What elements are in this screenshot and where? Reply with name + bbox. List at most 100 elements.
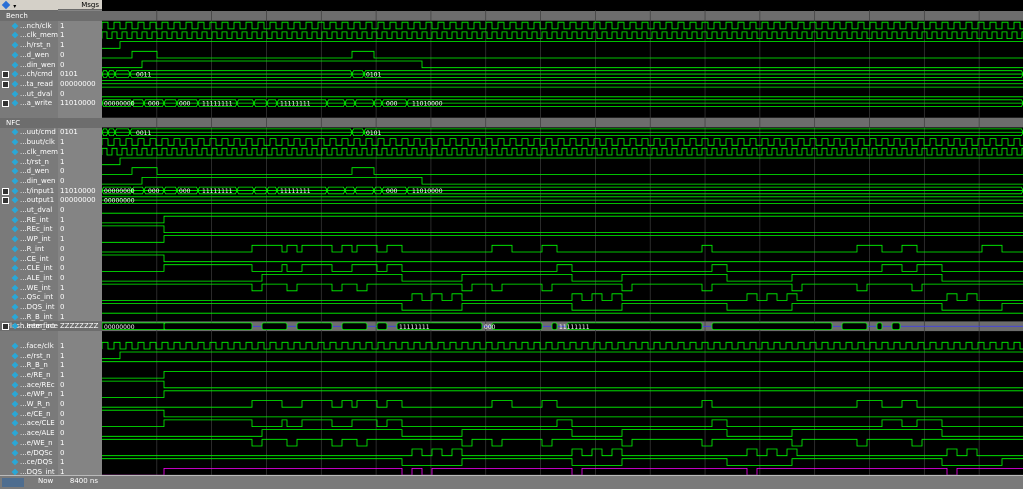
clock-waveform (102, 138, 1023, 146)
signal-value: 00000000 (60, 196, 96, 205)
clock-waveform (102, 341, 1023, 350)
signal-value: 1 (60, 215, 65, 224)
bus-segment (841, 322, 868, 330)
group-header[interactable]: NFC (0, 117, 58, 128)
signal-type-icon (11, 51, 19, 59)
signal-name[interactable]: ...output1 (0, 195, 58, 205)
pane-menu-icon[interactable] (1, 0, 11, 10)
signal-value: 0 (60, 244, 65, 253)
signal-name[interactable]: ...CLE_int (0, 263, 58, 273)
signal-value: 0 (60, 409, 65, 418)
signal-name-text: ...din_wen (20, 60, 56, 69)
signal-name[interactable]: ...ce/DQS (0, 457, 58, 467)
signal-name[interactable]: ...t/rst_n (0, 157, 58, 167)
signal-name[interactable]: ...t/input1 (0, 186, 58, 196)
waveform-canvas[interactable]: 0011 010100000000 000 000 11111111 11111111 00… (102, 0, 1023, 488)
signal-name-text: ...clk_mem (20, 147, 58, 156)
signal-name[interactable]: ...R_B_int (0, 312, 58, 322)
signal-type-icon (11, 235, 19, 243)
clock-waveform (102, 21, 1023, 30)
signal-name[interactable]: ...clk_mem (0, 30, 58, 40)
signal-name[interactable]: ...din_wen (0, 176, 58, 186)
group-value-blank (58, 11, 102, 21)
signal-name[interactable]: ...d_wen (0, 50, 58, 60)
signal-name[interactable]: ...ta_read (0, 79, 58, 89)
signal-name[interactable]: ...d_wen (0, 166, 58, 176)
bus-value-label: 00000000 (104, 188, 135, 195)
bit-waveform (102, 244, 1023, 253)
group-header[interactable]: Bench (0, 11, 58, 21)
bus-value-label: 00000000 (104, 324, 135, 331)
signal-value: 1 (60, 157, 65, 166)
signal-name-text: ...din_wen (20, 176, 56, 185)
signal-name[interactable]: ...face/clk (0, 341, 58, 351)
signal-name-text: ...e/WP_n (20, 390, 53, 399)
signal-name[interactable]: ...ace/CLE (0, 418, 58, 428)
signal-name-text: ...face/clk (20, 341, 54, 350)
signal-name[interactable]: ...din_wen (0, 60, 58, 70)
signal-name[interactable]: ...REc_int (0, 224, 58, 234)
signal-name[interactable]: ...ut_dval (0, 205, 58, 215)
signal-name-text: ...e/CE_n (20, 409, 51, 418)
signal-name[interactable]: ...clk_mem (0, 147, 58, 157)
signal-name-text: ...e/WE_n (20, 438, 53, 447)
signal-value: 0 (60, 167, 65, 176)
signal-name[interactable]: ...WP_int (0, 234, 58, 244)
signal-type-icon (11, 158, 19, 165)
signal-name[interactable]: ...W_R_n (0, 399, 58, 409)
expand-toggle-icon[interactable] (2, 323, 9, 331)
signal-name-text: ...eem_int (20, 322, 55, 331)
signal-name[interactable]: ...e/WE_n (0, 438, 58, 448)
signal-name[interactable]: ...R_int (0, 244, 58, 254)
signal-name-text: ...ta_read (20, 79, 53, 88)
signal-name[interactable]: ...buut/clk (0, 137, 58, 147)
signal-name[interactable]: ...e/CE_n (0, 409, 58, 419)
signal-name-pane: ▾ Bench NFC Flash Interface ...nch/clk ...cl… (0, 0, 59, 488)
signal-name[interactable]: ...ace/REc (0, 380, 58, 390)
signal-name[interactable]: ...e/DQSc (0, 448, 58, 458)
bit-waveform (102, 409, 1023, 418)
signal-name[interactable]: ...ut_dval (0, 89, 58, 99)
msgs-header: Msgs (58, 0, 102, 10)
signal-name-text: ...d_wen (20, 167, 50, 176)
expand-toggle-icon[interactable] (2, 80, 9, 88)
signal-name[interactable]: ...e/RE_n (0, 370, 58, 380)
signal-value: 1 (60, 361, 65, 370)
signal-name-text: ...ce/DQS (20, 458, 53, 467)
bit-waveform (102, 157, 1023, 166)
signal-type-icon (11, 216, 19, 224)
signal-name[interactable]: ...QSc_int (0, 292, 58, 302)
signal-value: 0 (60, 419, 65, 428)
bus-value-label: 11010000 (412, 101, 443, 108)
signal-name[interactable]: ...ALE_int (0, 273, 58, 283)
signal-name[interactable]: ...nch/clk (0, 21, 58, 31)
pane-dropdown-icon[interactable]: ▾ (13, 3, 16, 10)
signal-name[interactable]: ...RE_int (0, 215, 58, 225)
bus-value-label: 000 (386, 188, 398, 195)
signal-name[interactable]: ...ace/ALE (0, 428, 58, 438)
expand-toggle-icon[interactable] (2, 71, 9, 79)
signal-name[interactable]: ...a_write (0, 98, 58, 108)
signal-name[interactable]: ...R_B_n (0, 360, 58, 370)
signal-name[interactable]: ...ch/cmd (0, 69, 58, 79)
bit-waveform (102, 215, 1023, 224)
signal-name[interactable]: ...eem_int (0, 321, 58, 331)
toolbar-icons[interactable] (2, 478, 24, 487)
signal-name[interactable]: ...WE_int (0, 283, 58, 293)
now-value: 8400 ns (69, 477, 98, 485)
signal-name[interactable]: ...e/rst_n (0, 351, 58, 361)
expand-toggle-icon[interactable] (2, 187, 9, 195)
bus-value-label: 11111111 (280, 188, 311, 195)
clock-waveform (102, 147, 1023, 156)
expand-toggle-icon[interactable] (2, 197, 9, 205)
bit-waveform (102, 167, 1023, 175)
signal-name[interactable]: ...uut/cmd (0, 127, 58, 137)
bus-value-label: 11010000 (412, 188, 443, 195)
expand-toggle-icon[interactable] (2, 100, 9, 108)
signal-name[interactable]: ...h/rst_n (0, 40, 58, 50)
signal-name[interactable]: ...e/WP_n (0, 389, 58, 399)
signal-type-icon (11, 449, 19, 456)
signal-name[interactable]: ...CE_int (0, 254, 58, 264)
signal-name[interactable]: ...DQS_int (0, 302, 58, 312)
waveform-pane[interactable]: 0011 0101 00000000 000 000 11111111 11111111 00… (102, 0, 1023, 488)
